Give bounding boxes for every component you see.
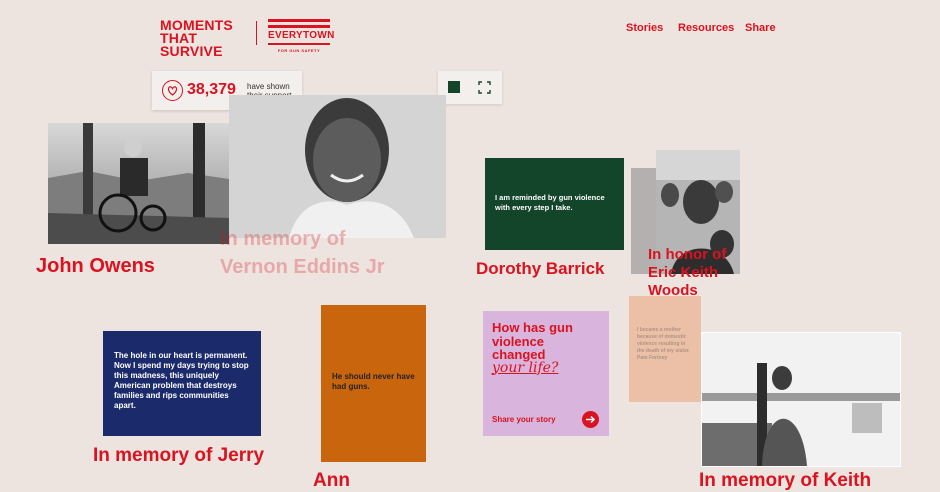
partner-name: EVERYTOWN: [268, 30, 335, 41]
cta-heading-script: your life?: [492, 359, 559, 376]
story-name-line: Eric Keith: [648, 264, 719, 281]
story-name-eric[interactable]: In honor of Eric Keith Woods: [648, 246, 726, 300]
story-name-ann[interactable]: Ann: [313, 470, 350, 492]
story-name-john[interactable]: John Owens: [36, 255, 155, 278]
story-name-keith[interactable]: In memory of Keith: [699, 470, 871, 492]
logo-divider: [256, 21, 257, 45]
nav-share[interactable]: Share: [745, 22, 776, 34]
story-name-dorothy[interactable]: Dorothy Barrick: [476, 259, 604, 279]
story-card-jerry[interactable]: The hole in our heart is permanent. Now …: [103, 331, 261, 436]
view-toggle: [438, 71, 502, 104]
support-note-line: have shown: [247, 82, 290, 91]
cta-heading-line: How has gun: [492, 320, 573, 335]
story-name-jerry[interactable]: In memory of Jerry: [93, 445, 264, 467]
story-card-ann[interactable]: He should never have had guns.: [321, 305, 426, 462]
story-card-mother[interactable]: I became a mother because of domestic vi…: [629, 296, 701, 402]
story-photo-keith[interactable]: [702, 333, 900, 466]
arrow-right-icon[interactable]: [582, 411, 599, 428]
cta-heading: How has gun violence changed your life?: [492, 321, 599, 375]
logo-line2: THAT SURVIVE: [160, 30, 223, 59]
logo-stripe: [268, 43, 330, 45]
story-photo-vernon[interactable]: [229, 95, 446, 238]
share-story-card[interactable]: How has gun violence changed your life? …: [483, 311, 609, 436]
story-quote: I became a mother because of domestic vi…: [637, 327, 690, 361]
site-logo[interactable]: MOMENTS THAT SURVIVE: [160, 18, 252, 59]
share-story-label[interactable]: Share your story: [492, 415, 556, 424]
grid-view-icon[interactable]: [478, 81, 491, 94]
story-photo-john[interactable]: [48, 123, 229, 244]
everytown-logo[interactable]: EVERYTOWN FOR GUN SAFETY: [268, 19, 335, 53]
single-view-icon[interactable]: [448, 81, 460, 93]
nav-resources[interactable]: Resources: [678, 22, 734, 34]
story-card-dorothy[interactable]: I am reminded by gun violence with every…: [485, 158, 624, 250]
story-quote: I am reminded by gun violence with every…: [495, 193, 605, 212]
nav-stories[interactable]: Stories: [626, 22, 663, 34]
cta-heading-line: violence: [492, 333, 545, 349]
story-name-line: In memory of: [220, 228, 346, 250]
story-quote: The hole in our heart is permanent. Now …: [114, 351, 249, 410]
story-name-line: Vernon Eddins Jr: [220, 256, 385, 278]
story-name-vernon[interactable]: In memory of Vernon Eddins Jr: [220, 225, 384, 281]
logo-stripe: [268, 25, 330, 28]
heart-icon[interactable]: [162, 80, 183, 101]
story-name-line: In honor of: [648, 246, 727, 263]
partner-sub: FOR GUN SAFETY: [277, 48, 321, 53]
logo-stripe: [268, 19, 330, 22]
story-quote: He should never have had guns.: [332, 372, 415, 391]
